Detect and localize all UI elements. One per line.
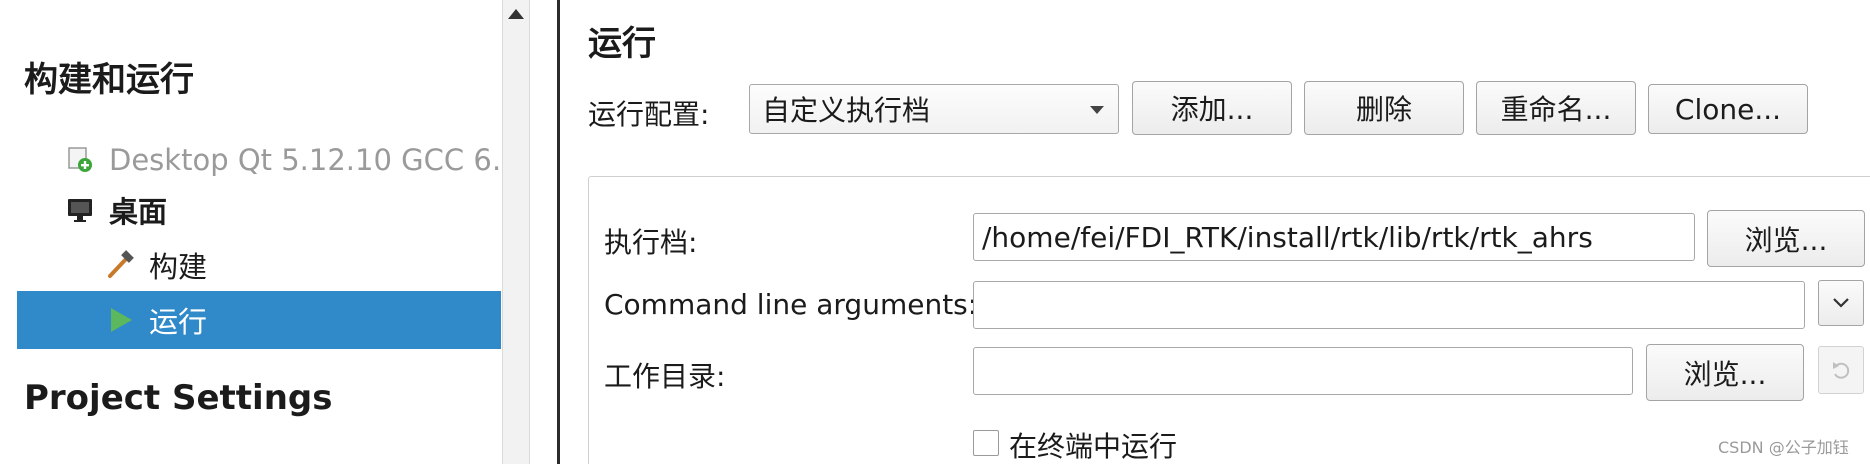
run-in-terminal-checkbox[interactable] [973,430,999,456]
kit-add-icon [65,145,95,175]
workdir-input[interactable] [973,347,1633,395]
workdir-label: 工作目录: [604,360,726,393]
browse-executable-button[interactable]: 浏览... [1707,210,1865,267]
sidebar-item-run-label: 运行 [149,305,208,339]
delete-button[interactable]: 删除 [1304,81,1464,135]
sidebar: 构建和运行 Desktop Qt 5.12.10 GCC 6… 桌面 构建 运行… [0,0,521,464]
hammer-icon [105,250,135,280]
executable-input[interactable]: /home/fei/FDI_RTK/install/rtk/lib/rtk/rt… [973,213,1695,261]
args-expand-button[interactable] [1818,280,1864,326]
args-input[interactable] [973,281,1805,329]
sidebar-item-desktop[interactable]: 桌面 [17,181,501,239]
run-in-terminal-label: 在终端中运行 [1009,430,1178,463]
chevron-down-icon [1833,298,1849,308]
sidebar-item-run[interactable]: 运行 [17,291,501,349]
scroll-up-arrow-icon[interactable] [503,0,529,28]
undo-icon [1833,362,1850,379]
reset-workdir-button[interactable] [1818,346,1864,394]
rename-button[interactable]: 重命名... [1476,81,1636,135]
run-config-select[interactable]: 自定义执行档 [749,84,1119,134]
clone-button[interactable]: Clone... [1648,84,1808,134]
sidebar-item-build[interactable]: 构建 [17,236,501,294]
sidebar-item-kit-label: Desktop Qt 5.12.10 GCC 6… [109,143,521,177]
run-config-value: 自定义执行档 [762,94,931,127]
dropdown-arrow-icon [1090,106,1104,114]
browse-workdir-button[interactable]: 浏览... [1646,344,1804,401]
sidebar-item-build-label: 构建 [149,250,208,284]
sidebar-item-desktop-label: 桌面 [109,195,168,229]
args-label: Command line arguments: [604,288,978,321]
page-title: 运行 [588,24,656,64]
play-icon [105,305,135,335]
watermark: CSDN @公子加钰 [1718,438,1849,457]
sidebar-scrollbar[interactable] [502,0,530,464]
run-config-label: 运行配置: [588,98,710,131]
executable-label: 执行档: [604,226,698,259]
build-run-title: 构建和运行 [24,60,194,100]
monitor-icon [65,195,95,225]
project-settings-title: Project Settings [24,378,333,418]
panel-divider[interactable] [557,0,560,464]
add-button[interactable]: 添加... [1132,81,1292,135]
